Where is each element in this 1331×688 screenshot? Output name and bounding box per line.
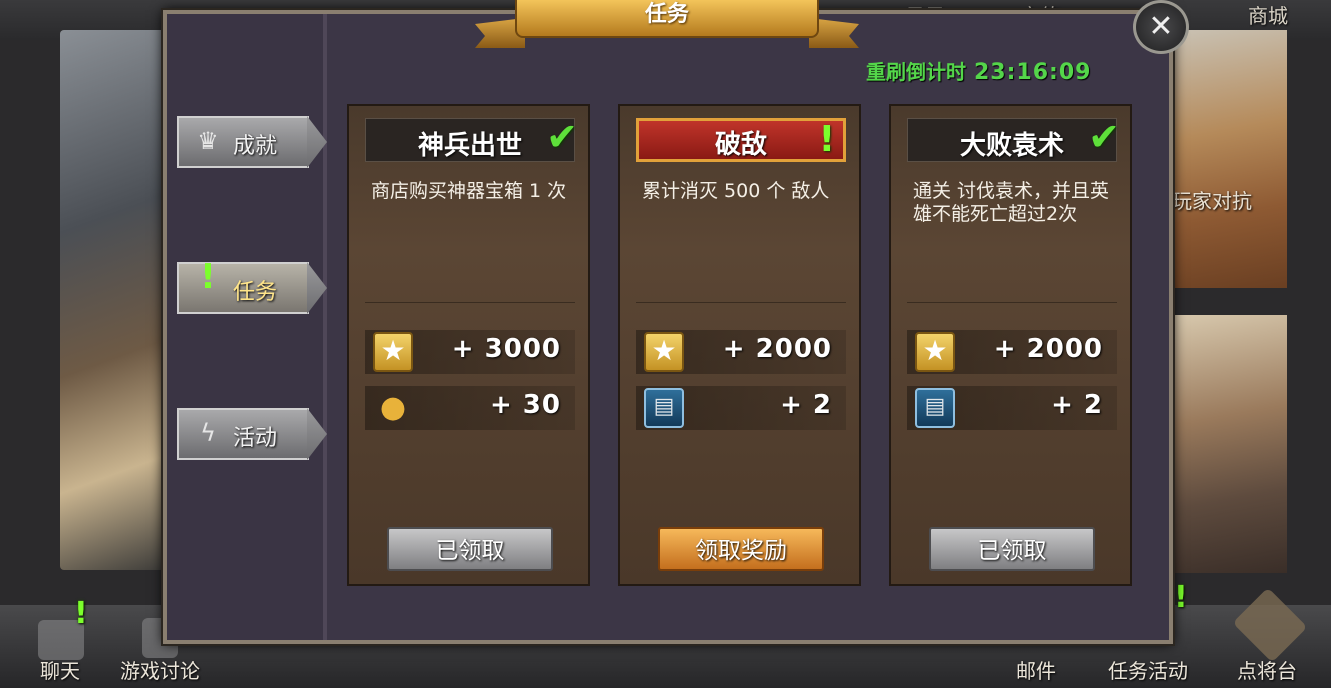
bottom-nav-mail[interactable]: 邮件 <box>1016 655 1056 684</box>
reward-value: + 2 <box>1051 390 1103 420</box>
background-battle-art[interactable] <box>1165 315 1287 573</box>
dialog-title: 任务 <box>515 0 819 38</box>
quest-card: 大败袁术 ✔ 通关 讨伐袁术，并且英雄不能死亡超过2次 ★ + 2000 ▤ +… <box>889 104 1132 586</box>
card-pack-icon: ▤ <box>915 388 955 428</box>
exclamation-icon: ! <box>818 119 835 160</box>
gold-coins-icon: ● <box>379 390 407 425</box>
bottom-nav-chat[interactable]: 聊天 <box>40 655 80 684</box>
tab-events-label: 活动 <box>233 426 278 451</box>
star-icon: ★ <box>915 332 955 372</box>
tab-achievements-label: 成就 <box>233 134 278 159</box>
background-hero-art <box>60 30 170 570</box>
tab-achievements[interactable]: ♛ 成就 <box>177 116 327 168</box>
top-nav-item-shop[interactable]: 商城 <box>1248 0 1288 29</box>
tab-quests-label: 任务 <box>233 280 278 305</box>
bottom-nav-quests[interactable]: 任务活动 <box>1108 655 1188 684</box>
quest-alert-icon: ! <box>1174 580 1188 615</box>
tab-events[interactable]: ϟ 活动 <box>177 408 327 460</box>
card-pack-icon: ▤ <box>644 388 684 428</box>
quest-title: 破敌 <box>714 130 767 160</box>
checkmark-icon: ✔ <box>546 115 578 159</box>
reward-value: + 2000 <box>722 334 832 364</box>
quest-description: 商店购买神器宝箱 1 次 <box>371 180 567 202</box>
bottom-nav-forum[interactable]: 游戏讨论 <box>120 655 200 684</box>
quest-title-bar: 破敌 ! <box>636 118 846 162</box>
dialog-sidebar <box>167 14 327 640</box>
reward-value: + 3000 <box>451 334 561 364</box>
reward-row-item: ▤ + 2 <box>907 386 1117 430</box>
bottom-nav-recruit[interactable]: 点将台 <box>1237 655 1297 684</box>
reward-value: + 2 <box>780 390 832 420</box>
quest-title: 大败袁术 <box>959 131 1064 161</box>
reward-value: + 2000 <box>993 334 1103 364</box>
claimed-button[interactable]: 已领取 <box>929 527 1095 571</box>
star-icon: ★ <box>644 332 684 372</box>
exclamation-icon: ! <box>200 257 216 297</box>
reward-row-exp: ★ + 2000 <box>636 330 846 374</box>
crown-icon: ♛ <box>197 127 219 155</box>
close-icon: ✕ <box>1148 9 1174 44</box>
checkmark-icon: ✔ <box>1088 115 1120 159</box>
quest-card: 破敌 ! 累计消灭 500 个 敌人 ★ + 2000 ▤ + 2 领取奖励 <box>618 104 861 586</box>
lightning-icon: ϟ <box>200 419 216 447</box>
pvp-label: 玩家对抗 <box>1172 189 1252 213</box>
claimed-button[interactable]: 已领取 <box>387 527 553 571</box>
background-pvp-art[interactable] <box>1165 30 1287 288</box>
tab-quests[interactable]: ! 任务 <box>177 257 327 314</box>
reward-row-exp: ★ + 3000 <box>365 330 575 374</box>
refresh-timer: 23:16:09 <box>974 60 1092 85</box>
star-icon: ★ <box>373 332 413 372</box>
quest-description: 通关 讨伐袁术，并且英雄不能死亡超过2次 <box>913 180 1110 225</box>
quest-title-bar: 神兵出世 ✔ <box>365 115 578 162</box>
refresh-countdown: 重刷倒计时 23:16:09 <box>866 56 1091 85</box>
chat-alert-icon: ! <box>74 596 88 631</box>
reward-row-exp: ★ + 2000 <box>907 330 1117 374</box>
quest-title: 神兵出世 <box>417 131 522 161</box>
reward-row-item: ● + 30 <box>365 386 575 430</box>
quest-description: 累计消灭 500 个 敌人 <box>642 180 830 202</box>
reward-row-item: ▤ + 2 <box>636 386 846 430</box>
refresh-label: 重刷倒计时 <box>866 60 966 84</box>
claim-reward-button[interactable]: 领取奖励 <box>658 527 824 571</box>
dialog-title-banner: 任务 <box>475 0 859 55</box>
close-button[interactable]: ✕ <box>1133 0 1189 54</box>
reward-value: + 30 <box>489 390 561 420</box>
quest-title-bar: 大败袁术 ✔ <box>907 115 1120 162</box>
quest-card: 神兵出世 ✔ 商店购买神器宝箱 1 次 ★ + 3000 ● + 30 已领取 <box>347 104 590 586</box>
